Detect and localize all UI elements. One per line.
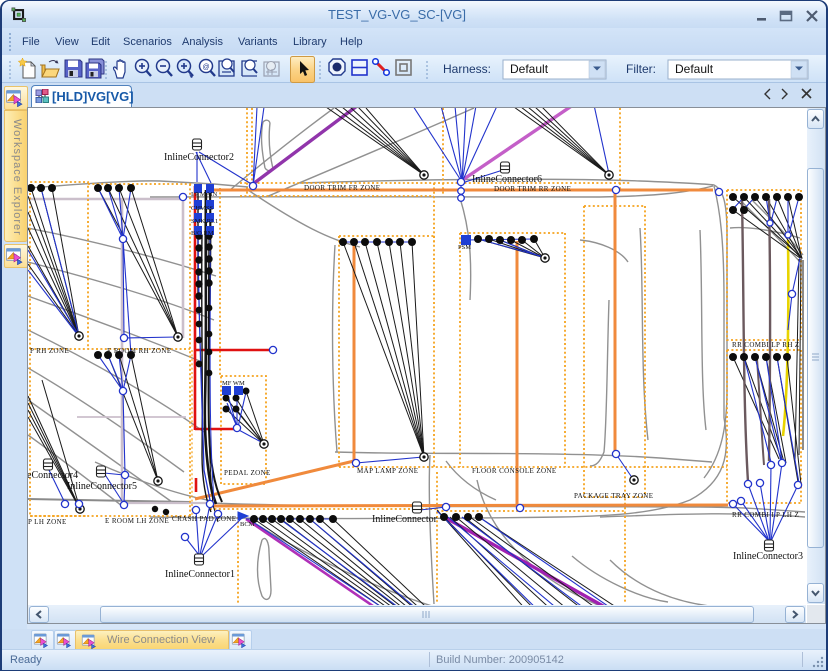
svg-text:Default: Default: [675, 62, 714, 76]
svg-text:Filter:: Filter:: [626, 62, 656, 76]
svg-text:InlineConnector: InlineConnector: [372, 514, 438, 525]
svg-text:P LH ZONE: P LH ZONE: [28, 518, 67, 526]
svg-text:InlineConnector2: InlineConnector2: [164, 152, 234, 163]
svg-text:InlineConnector1: InlineConnector1: [165, 569, 235, 580]
svg-text:@: @: [202, 64, 209, 71]
svg-text:E ROOM LH ZONE: E ROOM LH ZONE: [105, 517, 169, 525]
svg-text:P RH ZONE: P RH ZONE: [30, 347, 69, 355]
svg-text:neConnector4: neConnector4: [28, 470, 78, 481]
svg-text:SMK RL1: SMK RL1: [191, 218, 218, 225]
svg-text:MF WM: MF WM: [222, 380, 245, 387]
svg-text:MAP LAMP ZONE: MAP LAMP ZONE: [357, 467, 418, 475]
svg-text:E ROOM RH ZONE: E ROOM RH ZONE: [107, 347, 172, 355]
svg-text:RR COMBI LP RH Z: RR COMBI LP RH Z: [732, 341, 800, 349]
svg-text:BCM: BCM: [240, 521, 255, 528]
svg-text:InlineConnector6: InlineConnector6: [472, 174, 542, 185]
svg-text:Harness:: Harness:: [443, 62, 491, 76]
svg-text:B/O RM: B/O RM: [191, 230, 214, 237]
svg-text:CHMSS: CHMSS: [191, 205, 213, 212]
svg-text:PSM: PSM: [458, 244, 471, 251]
svg-text:InlineConnector5: InlineConnector5: [67, 481, 137, 492]
svg-text:PACKAGE TRAY ZONE: PACKAGE TRAY ZONE: [574, 492, 653, 500]
svg-text:RR COMBI LP LH Z: RR COMBI LP LH Z: [732, 511, 799, 519]
svg-text:InlineConnector3: InlineConnector3: [733, 551, 803, 562]
svg-text:Default: Default: [510, 62, 549, 76]
svg-text:I/P MAIN: I/P MAIN: [191, 191, 218, 198]
svg-text:PEDAL ZONE: PEDAL ZONE: [224, 469, 271, 477]
svg-text:DOOR TRIM FR ZONE: DOOR TRIM FR ZONE: [304, 184, 380, 192]
svg-text:DOOR TRIM RR ZONE: DOOR TRIM RR ZONE: [494, 185, 571, 193]
svg-text:CRASH PAD ZONE: CRASH PAD ZONE: [172, 515, 236, 523]
svg-text:FLOOR CONSOLE ZONE: FLOOR CONSOLE ZONE: [472, 467, 557, 475]
